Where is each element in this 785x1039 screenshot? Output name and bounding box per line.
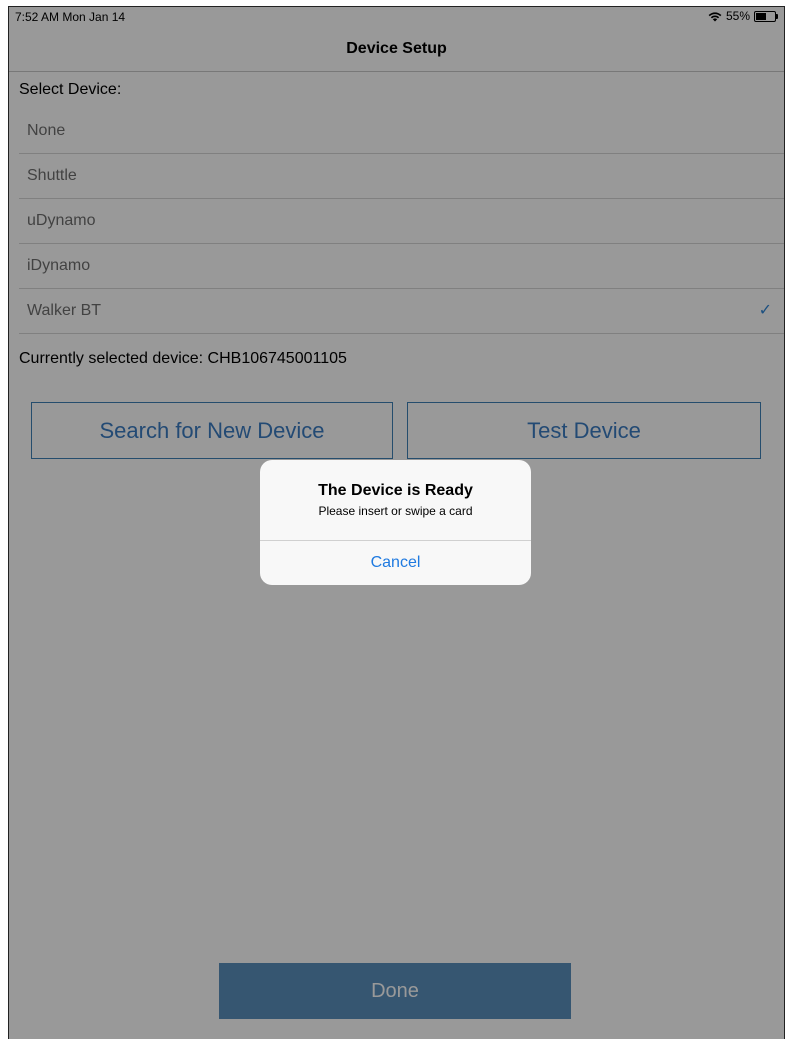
alert-title: The Device is Ready bbox=[318, 482, 473, 499]
alert-dialog: The Device is Ready Please insert or swi… bbox=[260, 460, 531, 585]
alert-cancel-button[interactable]: Cancel bbox=[260, 541, 531, 585]
alert-message: Please insert or swipe a card bbox=[318, 504, 473, 518]
app-window: 7:52 AM Mon Jan 14 55% Device Setup Sele… bbox=[8, 6, 785, 1039]
